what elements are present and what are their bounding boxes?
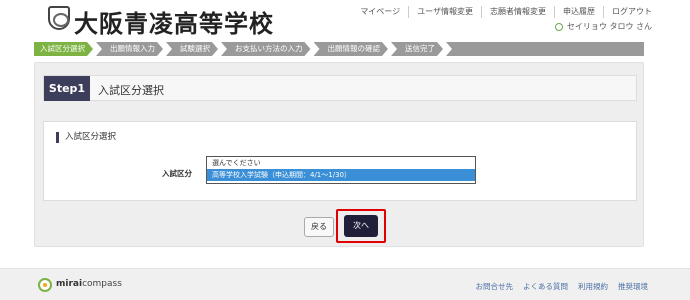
nav-logout-link[interactable]: ログアウト xyxy=(603,6,660,18)
category-section: 入試区分選択 入試区分 選んでください 高等学校入学試験（申込期間：4/1～1/… xyxy=(43,121,637,201)
logo-brand: mirai xyxy=(56,279,83,289)
option-high-school-exam[interactable]: 高等学校入学試験（申込期間：4/1～1/30） xyxy=(207,169,475,181)
nav-mypage-link[interactable]: マイページ xyxy=(352,6,408,18)
header: 大阪青凌高等学校 マイページ ユーザ情報変更 志願者情報変更 申込履歴 ログアウ… xyxy=(0,0,690,38)
step-bar-filler xyxy=(446,42,644,56)
next-button[interactable]: 次へ xyxy=(344,215,378,237)
page-title: 入試区分選択 xyxy=(98,84,164,97)
nav-history-link[interactable]: 申込履歴 xyxy=(554,6,603,18)
school-name: 大阪青凌高等学校 xyxy=(74,10,274,38)
step-select-category: 入試区分選択 xyxy=(34,42,93,56)
footer: miraicompass お問合せ先 よくある質問 利用規約 推奨環境 xyxy=(0,268,690,300)
user-name: セイリョウ タロウ さん xyxy=(566,22,652,31)
nav-user-info-link[interactable]: ユーザ情報変更 xyxy=(408,6,481,18)
back-button[interactable]: 戻る xyxy=(304,217,334,237)
school-crest-icon xyxy=(48,6,70,30)
user-info: セイリョウ タロウ さん xyxy=(554,21,652,32)
logo-suffix: compass xyxy=(82,279,122,289)
step-confirm: 出願情報の確認 xyxy=(314,42,389,56)
footer-logo: miraicompass xyxy=(56,279,122,289)
footer-faq-link[interactable]: よくある質問 xyxy=(523,281,568,292)
footer-environment-link[interactable]: 推奨環境 xyxy=(618,281,648,292)
step-application-info: 出願情報入力 xyxy=(96,42,163,56)
step-badge: Step1 xyxy=(44,76,90,101)
section-heading: 入試区分選択 xyxy=(56,132,116,143)
step-complete: 送信完了 xyxy=(391,42,443,56)
option-placeholder[interactable]: 選んでください xyxy=(207,157,475,169)
step-payment: お支払い方法の入力 xyxy=(221,42,311,56)
step-title-row: Step1 入試区分選択 xyxy=(43,75,637,101)
user-icon xyxy=(554,22,563,31)
footer-terms-link[interactable]: 利用規約 xyxy=(578,281,608,292)
top-nav: マイページ ユーザ情報変更 志願者情報変更 申込履歴 ログアウト xyxy=(352,6,660,18)
footer-links: お問合せ先 よくある質問 利用規約 推奨環境 xyxy=(466,281,649,292)
footer-contact-link[interactable]: お問合せ先 xyxy=(476,281,514,292)
category-field-label: 入試区分 xyxy=(162,169,192,178)
progress-steps: 入試区分選択 出願情報入力 試験選択 お支払い方法の入力 出願情報の確認 送信完… xyxy=(34,42,644,56)
miraicompass-logo-icon xyxy=(38,278,52,292)
category-select[interactable]: 選んでください 高等学校入学試験（申込期間：4/1～1/30） xyxy=(206,156,476,184)
step-exam-select: 試験選択 xyxy=(166,42,218,56)
nav-applicant-info-link[interactable]: 志願者情報変更 xyxy=(481,6,554,18)
